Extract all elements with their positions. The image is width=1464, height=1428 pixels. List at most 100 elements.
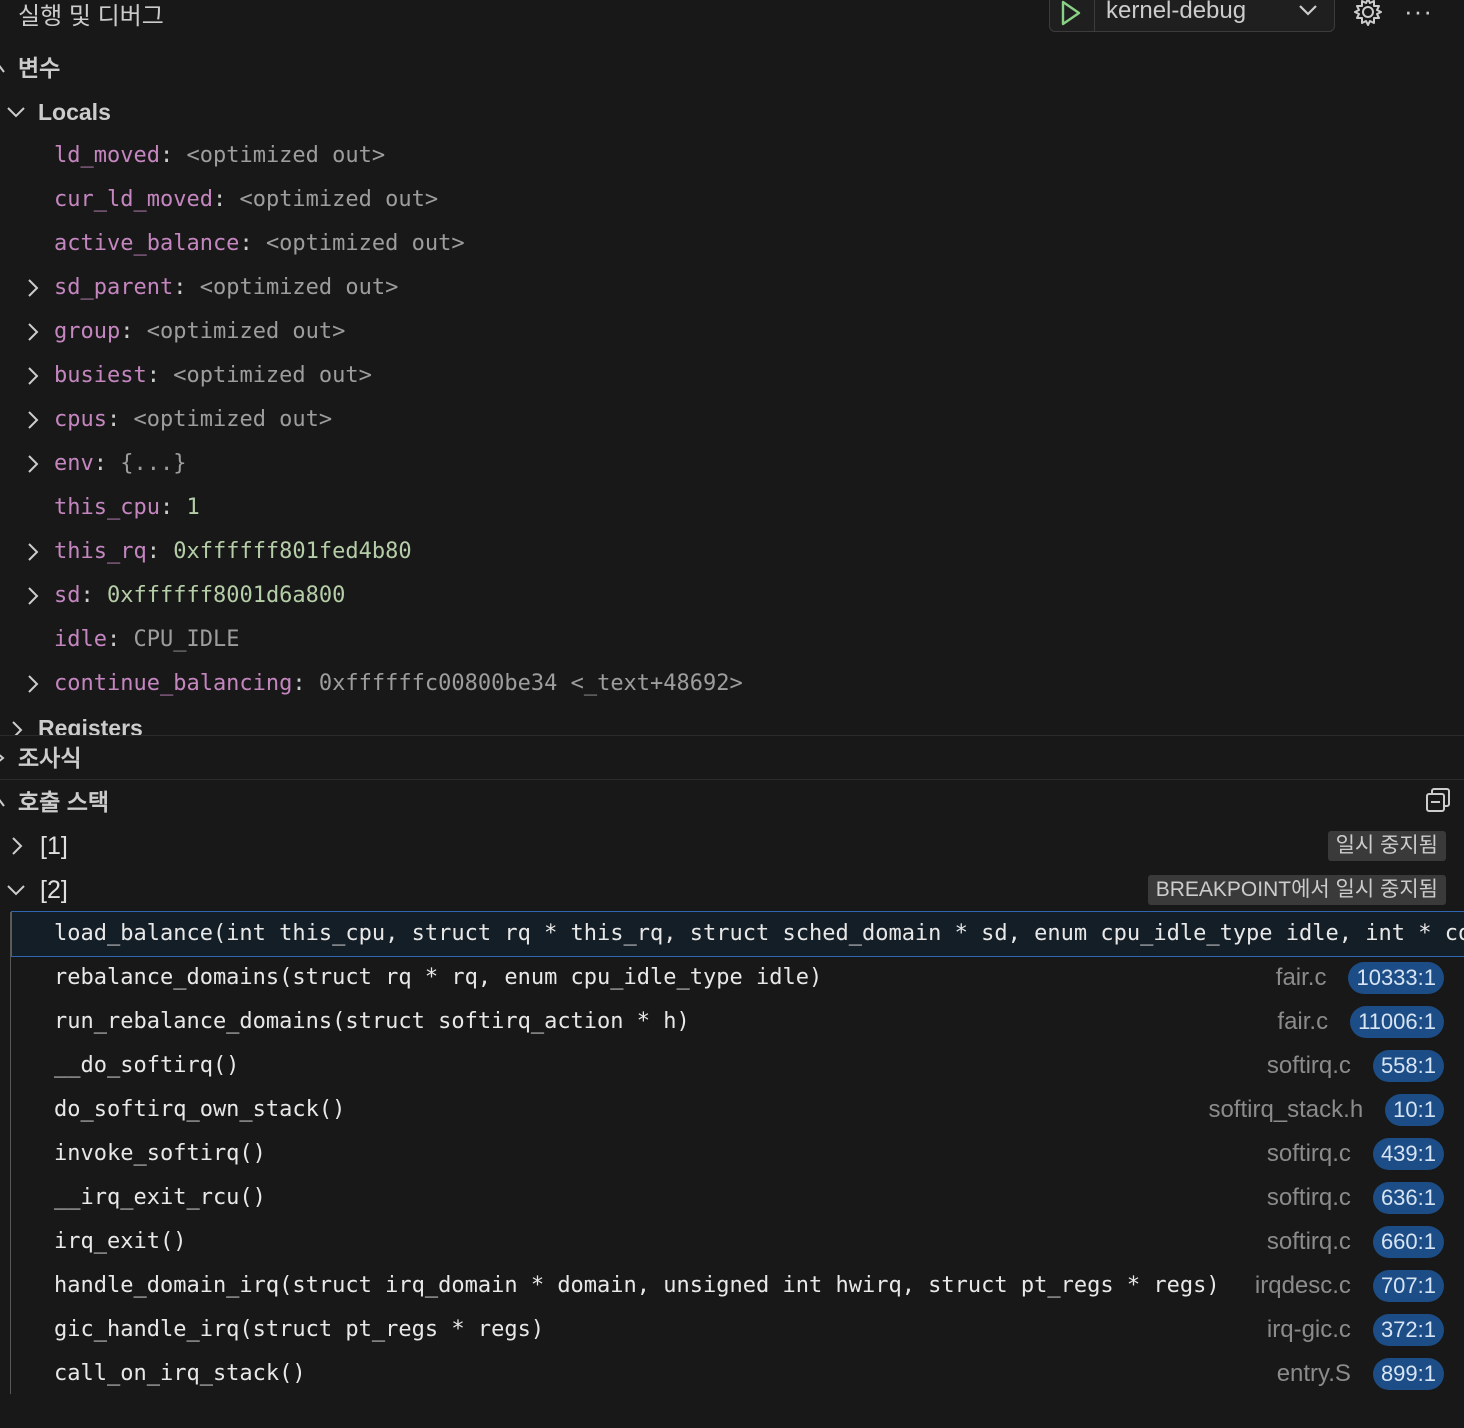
variable-row[interactable]: env: {...} bbox=[0, 442, 1464, 486]
variable-value: <optimized out> bbox=[186, 143, 386, 168]
start-debugging-icon[interactable] bbox=[1060, 0, 1082, 26]
variable-value: <optimized out> bbox=[173, 363, 372, 388]
chevron-right-icon bbox=[12, 721, 23, 736]
registers-scope[interactable]: Registers bbox=[0, 706, 1464, 736]
chevron-right-icon[interactable] bbox=[26, 278, 40, 298]
variable-row[interactable]: active_balance: <optimized out> bbox=[0, 222, 1464, 266]
variable-name: busiest bbox=[54, 363, 147, 388]
chevron-down-icon bbox=[7, 885, 25, 896]
launch-config-selector[interactable]: kernel-debug bbox=[1049, 0, 1335, 32]
variable-name: continue_balancing bbox=[54, 671, 293, 696]
variable-row[interactable]: busiest: <optimized out> bbox=[0, 354, 1464, 398]
variable-row[interactable]: cpus: <optimized out> bbox=[0, 398, 1464, 442]
registers-label: Registers bbox=[38, 715, 143, 736]
chevron-right-icon[interactable] bbox=[26, 586, 40, 606]
stack-frame-file[interactable]: irqdesc.c bbox=[1255, 1264, 1351, 1308]
variable-row[interactable]: this_rq: 0xffffff801fed4b80 bbox=[0, 530, 1464, 574]
chevron-right-icon[interactable] bbox=[26, 454, 40, 474]
watch-section-header[interactable]: 조사식 bbox=[0, 736, 1464, 780]
variable-row[interactable]: sd_parent: <optimized out> bbox=[0, 266, 1464, 310]
thread-label: [2] bbox=[40, 876, 68, 904]
stack-frame-line-badge: 372:1 bbox=[1372, 1314, 1444, 1346]
stack-frame-file[interactable]: entry.S bbox=[1277, 1352, 1351, 1396]
stack-frame-row[interactable]: __irq_exit_rcu() 636:1 softirq.c bbox=[0, 1176, 1464, 1220]
variable-separator: : bbox=[106, 407, 134, 432]
variable-row[interactable]: group: <optimized out> bbox=[0, 310, 1464, 354]
variable-entry: cpus: <optimized out> bbox=[54, 398, 332, 442]
stack-frame-function: load_balance(int this_cpu, struct rq * t… bbox=[54, 921, 1464, 946]
variables-section-title: 변수 bbox=[18, 55, 61, 81]
variable-separator: : bbox=[146, 539, 174, 564]
stack-frame-function: __irq_exit_rcu() bbox=[54, 1185, 266, 1210]
thread-status-badge: 일시 중지됨 bbox=[1327, 831, 1446, 861]
chevron-right-icon[interactable] bbox=[26, 674, 40, 694]
stack-frame-function: run_rebalance_domains(struct softirq_act… bbox=[54, 1009, 690, 1034]
chevron-down-icon[interactable] bbox=[1298, 3, 1318, 17]
variable-row[interactable]: ld_moved: <optimized out> bbox=[0, 134, 1464, 178]
variable-separator: : bbox=[106, 627, 134, 652]
stack-frame-function: gic_handle_irq(struct pt_regs * regs) bbox=[54, 1317, 545, 1342]
stack-frame-function: do_softirq_own_stack() bbox=[54, 1097, 346, 1122]
stack-frame-row[interactable]: run_rebalance_domains(struct softirq_act… bbox=[0, 1000, 1464, 1044]
stack-frame-row[interactable]: load_balance(int this_cpu, struct rq * t… bbox=[11, 911, 1464, 957]
chevron-right-icon bbox=[0, 754, 5, 762]
variable-row[interactable]: this_cpu: 1 bbox=[0, 486, 1464, 530]
locals-label: Locals bbox=[38, 99, 111, 125]
variable-row[interactable]: sd: 0xffffff8001d6a800 bbox=[0, 574, 1464, 618]
launch-config-name[interactable]: kernel-debug bbox=[1106, 0, 1246, 25]
variable-name: this_rq bbox=[54, 539, 147, 564]
stack-frame-file[interactable]: irq-gic.c bbox=[1267, 1308, 1351, 1352]
locals-scope[interactable]: Locals bbox=[0, 90, 1464, 134]
stack-frame-row[interactable]: irq_exit() 660:1 softirq.c bbox=[0, 1220, 1464, 1264]
watch-section-title: 조사식 bbox=[18, 745, 82, 771]
chevron-right-icon[interactable] bbox=[26, 542, 40, 562]
stack-frame-row[interactable]: rebalance_domains(struct rq * rq, enum c… bbox=[0, 956, 1464, 1000]
stack-frame-line-badge: 10333:1 bbox=[1348, 962, 1444, 994]
chevron-right-icon[interactable] bbox=[26, 410, 40, 430]
variables-section-header[interactable]: 변수 bbox=[0, 46, 1464, 90]
stack-frame-file[interactable]: fair.c bbox=[1276, 956, 1327, 1000]
stack-frame-line-badge: 707:1 bbox=[1372, 1270, 1444, 1302]
view-title: 실행 및 디버그 bbox=[18, 3, 164, 30]
stack-frame-file[interactable]: softirq.c bbox=[1267, 1176, 1351, 1220]
thread-label: [1] bbox=[40, 832, 68, 860]
chevron-down-icon bbox=[0, 65, 5, 73]
stack-frame-row[interactable]: do_softirq_own_stack() 10:1 softirq_stack.… bbox=[0, 1088, 1464, 1132]
stack-frame-line-badge: 899:1 bbox=[1372, 1358, 1444, 1390]
variable-separator: : bbox=[159, 495, 187, 520]
stack-frame-function: irq_exit() bbox=[54, 1229, 187, 1254]
variable-name: sd_parent bbox=[54, 275, 174, 300]
stack-frame-file[interactable]: softirq.c bbox=[1267, 1132, 1351, 1176]
variable-name: group bbox=[54, 319, 121, 344]
variable-value: <optimized out> bbox=[133, 407, 333, 432]
stack-frame-file[interactable]: softirq.c bbox=[1267, 1220, 1351, 1264]
chevron-right-icon[interactable] bbox=[26, 366, 40, 386]
stack-frame-row[interactable]: handle_domain_irq(struct irq_domain * do… bbox=[0, 1264, 1464, 1308]
thread-row[interactable]: [2] BREAKPOINT에서 일시 중지됨 bbox=[0, 868, 1464, 912]
callstack-section-header[interactable]: 호출 스택 bbox=[0, 780, 1464, 824]
stack-frame-row[interactable]: __do_softirq() 558:1 softirq.c bbox=[0, 1044, 1464, 1088]
variable-row[interactable]: cur_ld_moved: <optimized out> bbox=[0, 178, 1464, 222]
variable-row[interactable]: idle: CPU_IDLE bbox=[0, 618, 1464, 662]
variable-value: <optimized out> bbox=[265, 231, 465, 256]
variable-name: cur_ld_moved bbox=[54, 187, 213, 212]
stack-frame-line-badge: 558:1 bbox=[1372, 1050, 1444, 1082]
chevron-right-icon bbox=[12, 837, 23, 855]
stack-frame-row[interactable]: call_on_irq_stack() 899:1 entry.S bbox=[0, 1352, 1464, 1396]
stack-frame-file[interactable]: fair.c bbox=[1277, 1000, 1328, 1044]
variable-separator: : bbox=[173, 275, 200, 300]
stack-frame-row[interactable]: gic_handle_irq(struct pt_regs * regs) 372… bbox=[0, 1308, 1464, 1352]
more-actions-icon[interactable]: ··· bbox=[1404, 0, 1433, 27]
stack-frame-file[interactable]: softirq.c bbox=[1267, 1044, 1351, 1088]
variable-name: active_balance bbox=[54, 231, 240, 256]
chevron-right-icon[interactable] bbox=[26, 322, 40, 342]
stack-frame-row[interactable]: invoke_softirq() 439:1 softirq.c bbox=[0, 1132, 1464, 1176]
stack-frame-file[interactable]: softirq_stack.h bbox=[1208, 1088, 1363, 1132]
variable-row[interactable]: continue_balancing: 0xffffffc00800be34 <… bbox=[0, 662, 1464, 706]
collapse-all-icon[interactable] bbox=[1424, 786, 1452, 814]
thread-row[interactable]: [1] 일시 중지됨 bbox=[0, 824, 1464, 868]
variable-separator: : bbox=[239, 231, 266, 256]
gear-icon[interactable] bbox=[1352, 0, 1384, 28]
variable-entry: idle: CPU_IDLE bbox=[54, 618, 239, 662]
chevron-down-icon bbox=[7, 107, 25, 118]
